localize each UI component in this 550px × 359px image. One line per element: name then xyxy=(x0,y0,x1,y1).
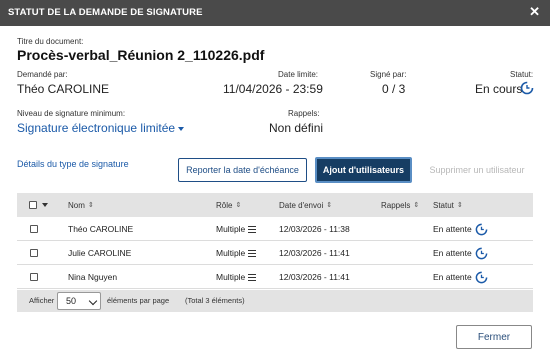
sort-icon: ⇕ xyxy=(413,202,420,209)
signed-by-value: 0 / 3 xyxy=(382,82,406,96)
column-header-name[interactable]: Nom ⇕ xyxy=(68,193,94,217)
row-role-label: Multiple xyxy=(216,224,246,234)
row-name: Nina Nguyen xyxy=(68,272,118,282)
add-users-label: Ajout d'utilisateurs xyxy=(322,165,405,175)
row-checkbox[interactable] xyxy=(30,249,38,257)
postpone-deadline-label: Reporter la date d'échéance xyxy=(186,165,299,175)
sort-icon: ⇕ xyxy=(235,202,242,209)
pending-clock-icon xyxy=(475,247,488,259)
column-name-label: Nom xyxy=(68,200,85,210)
sig-level-label: Niveau de signature minimum: xyxy=(17,109,126,118)
table-row[interactable]: Julie CAROLINE Multiple 12/03/2026 - 11:… xyxy=(17,241,533,265)
document-title-label: Titre du document: xyxy=(17,37,84,46)
row-status-label: En attente xyxy=(433,248,472,258)
postpone-deadline-button[interactable]: Reporter la date d'échéance xyxy=(178,158,307,182)
signature-type-details-link[interactable]: Détails du type de signature xyxy=(17,159,129,169)
column-header-reminders[interactable]: Rappels ⇕ xyxy=(381,193,419,217)
close-button-label: Fermer xyxy=(477,331,511,343)
signed-by-label: Signé par: xyxy=(370,70,407,79)
chevron-down-icon xyxy=(88,296,98,306)
column-header-role[interactable]: Rôle ⇕ xyxy=(216,193,241,217)
row-role-label: Multiple xyxy=(216,272,246,282)
remove-user-button[interactable]: Supprimer un utilisateur xyxy=(422,158,532,182)
pagination-bar: Afficher 50 éléments par page (Total 3 é… xyxy=(17,290,533,312)
row-status: En attente xyxy=(433,217,488,241)
caret-down-icon xyxy=(178,126,185,131)
reminders-value: Non défini xyxy=(269,121,324,135)
list-icon[interactable] xyxy=(248,225,257,233)
table-row[interactable]: Théo CAROLINE Multiple 12/03/2026 - 11:3… xyxy=(17,217,533,241)
remove-user-label: Supprimer un utilisateur xyxy=(429,165,525,175)
row-sent-date: 12/03/2026 - 11:41 xyxy=(279,248,350,258)
row-role: Multiple xyxy=(216,217,257,241)
table-header: Nom ⇕ Rôle ⇕ Date d'envoi ⇕ Rappels ⇕ Statut… xyxy=(17,193,533,217)
row-name: Théo CAROLINE xyxy=(68,224,134,234)
close-button[interactable]: Fermer xyxy=(456,325,532,349)
reminders-label: Rappels: xyxy=(288,109,320,118)
row-status: En attente xyxy=(433,265,488,289)
list-icon[interactable] xyxy=(248,249,257,257)
dialog-titlebar: STATUT DE LA DEMANDE DE SIGNATURE ✕ xyxy=(0,0,550,26)
column-header-status[interactable]: Statut ⇕ xyxy=(433,193,463,217)
sort-icon: ⇕ xyxy=(456,202,463,209)
deadline-label: Date limite: xyxy=(278,70,319,79)
close-icon[interactable]: ✕ xyxy=(529,5,540,19)
document-title: Procès-verbal_Réunion 2_110226.pdf xyxy=(17,47,265,63)
pending-clock-icon xyxy=(475,223,488,235)
users-table: Nom ⇕ Rôle ⇕ Date d'envoi ⇕ Rappels ⇕ Statut… xyxy=(17,193,533,289)
pending-clock-icon xyxy=(475,271,488,283)
select-all-control[interactable] xyxy=(29,193,48,217)
status-label: Statut: xyxy=(510,70,534,79)
row-role-label: Multiple xyxy=(216,248,246,258)
sig-level-dropdown[interactable]: Signature électronique limitée xyxy=(17,121,185,135)
list-icon[interactable] xyxy=(248,273,257,281)
column-header-sent-date[interactable]: Date d'envoi ⇕ xyxy=(279,193,332,217)
add-users-button[interactable]: Ajout d'utilisateurs xyxy=(315,157,412,183)
page-size-value: 50 xyxy=(66,296,77,306)
column-status-label: Statut xyxy=(433,200,454,210)
sort-icon: ⇕ xyxy=(87,202,94,209)
row-checkbox[interactable] xyxy=(30,225,38,233)
row-role: Multiple xyxy=(216,241,257,265)
sig-level-value: Signature électronique limitée xyxy=(17,121,176,135)
column-sent-label: Date d'envoi xyxy=(279,200,324,210)
row-sent-date: 12/03/2026 - 11:41 xyxy=(279,272,350,282)
row-name: Julie CAROLINE xyxy=(68,248,132,258)
row-role: Multiple xyxy=(216,265,257,289)
table-row[interactable]: Nina Nguyen Multiple 12/03/2026 - 11:41 … xyxy=(17,265,533,289)
row-status-label: En attente xyxy=(433,272,472,282)
column-reminders-label: Rappels xyxy=(381,200,411,210)
deadline-value: 11/04/2026 - 23:59 xyxy=(223,82,323,96)
row-sent-date: 12/03/2026 - 11:38 xyxy=(279,224,350,234)
dialog-title: STATUT DE LA DEMANDE DE SIGNATURE xyxy=(8,7,203,18)
requested-by-label: Demandé par: xyxy=(17,70,68,79)
show-label: Afficher xyxy=(29,296,55,305)
row-checkbox[interactable] xyxy=(30,273,38,281)
row-status: En attente xyxy=(433,241,488,265)
per-page-label: éléments par page xyxy=(107,296,170,305)
select-all-checkbox[interactable] xyxy=(29,201,37,209)
page-size-select[interactable]: 50 xyxy=(57,292,101,310)
requested-by-value: Théo CAROLINE xyxy=(17,82,110,96)
total-count: (Total 3 éléments) xyxy=(185,296,245,305)
pending-clock-icon xyxy=(520,81,534,95)
caret-down-icon[interactable] xyxy=(42,203,48,207)
status-value: En cours xyxy=(475,82,523,96)
row-status-label: En attente xyxy=(433,224,472,234)
column-role-label: Rôle xyxy=(216,200,233,210)
sort-icon: ⇕ xyxy=(326,202,333,209)
